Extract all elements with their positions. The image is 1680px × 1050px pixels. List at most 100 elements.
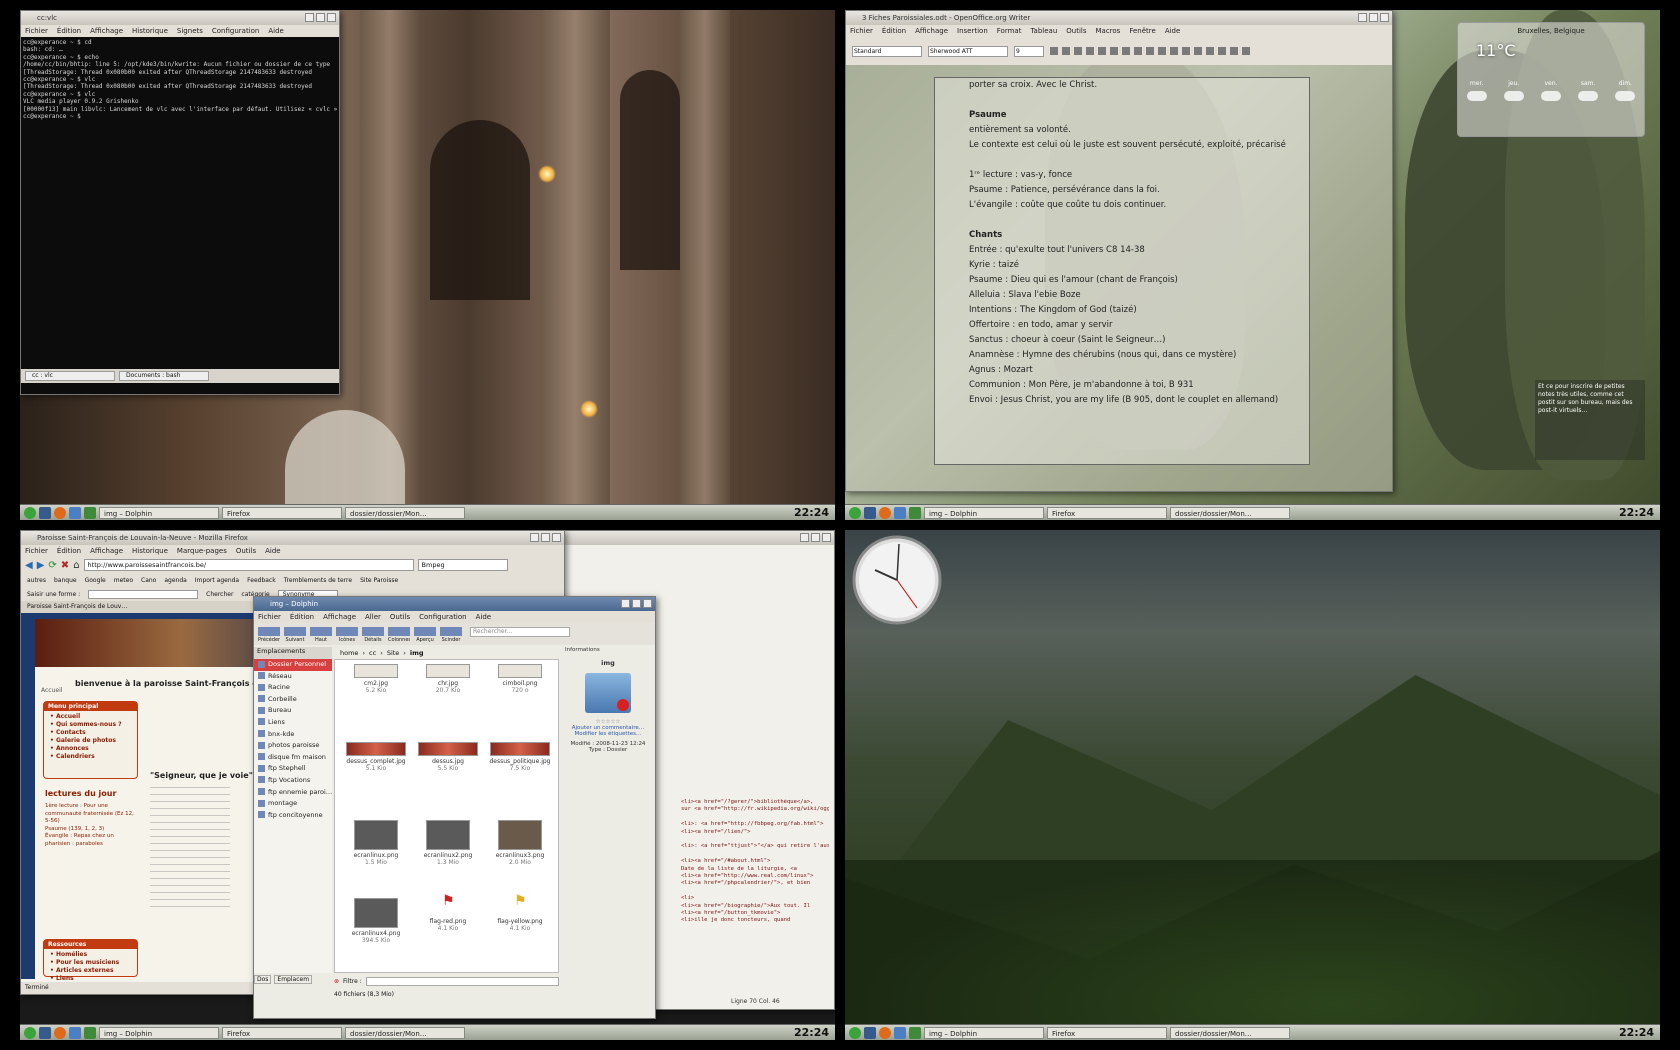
main-menu-item[interactable]: Accueil [50,713,131,721]
stop-icon[interactable]: ✖ [61,560,69,571]
bookmark-item[interactable]: Cano [141,577,156,584]
menu-item[interactable]: Édition [290,611,314,623]
main-menu-list[interactable]: AccueilQui sommes-nous ?ContactsGalerie … [44,711,137,763]
konqueror-icon[interactable] [69,506,81,519]
bookmark-item[interactable]: autres [27,577,46,584]
firefox-menubar[interactable]: Fichier Édition Affichage Historique Marque-… [21,545,564,557]
menu-item[interactable]: Affichage [323,611,356,623]
place-item[interactable]: Corbeille [254,694,332,706]
close-icon[interactable] [822,533,831,542]
minimize-icon[interactable] [305,13,314,22]
firefox-icon[interactable] [879,1026,891,1039]
breadcrumb-item[interactable]: home [340,649,358,657]
toolbar-button[interactable]: Détails [362,627,384,643]
tab-label[interactable]: Paroisse Saint-François de Louv… [27,603,127,610]
maximize-icon[interactable] [1369,13,1378,22]
window-controls[interactable] [1358,13,1389,22]
note-text[interactable]: Et ce pour inscrire de petites notes trè… [1538,383,1632,414]
kde-menu-icon[interactable] [849,506,861,519]
article-heading[interactable]: "Seigneur, que je voie" [150,771,253,780]
main-menu-item[interactable]: Calendriers [50,753,131,761]
document-line[interactable]: Intentions : The Kingdom of God (taizé) [969,303,1309,318]
document-line[interactable]: Entrée : qu'exulte tout l'univers C8 14-… [969,243,1309,258]
toolbar-button[interactable]: Haut [310,627,332,643]
clock[interactable]: 22:24 [1619,1026,1660,1039]
writer-menubar[interactable]: Fichier Édition Affichage Insertion Format Ta… [846,25,1392,37]
find-button[interactable]: Chercher [206,591,233,598]
menu-item[interactable]: Aide [265,545,280,557]
bookmark-item[interactable]: Import agenda [195,577,239,584]
lecture-link[interactable]: Évangile : Repas chez un pharisien : par… [45,833,137,848]
place-item[interactable]: ftp Stephell [254,763,332,775]
taskbar-task[interactable]: img – Dolphin [99,506,219,519]
menu-item[interactable]: Fichier [258,611,281,623]
main-menu-item[interactable]: Galerie de photos [50,737,131,745]
places-panel[interactable]: Dossier Personnel Réseau Racine Corbeille Bu… [254,659,332,973]
toolbar-button[interactable]: Scinder [440,627,462,643]
bookmark-item[interactable]: banque [54,577,77,584]
main-menu-item[interactable]: Annonces [50,745,131,753]
terminal-titlebar[interactable]: cc:vlc [21,11,339,25]
menu-item[interactable]: Outils [390,611,410,623]
document-page[interactable]: porter sa croix. Avec le Christ. Psaume en… [934,77,1310,465]
terminal-tab[interactable]: Documents : bash [119,371,209,381]
code-editor[interactable]: <li><a href="/?gerer/">bibliothèque</a>,… [681,799,829,925]
menu-item[interactable]: Fichier [850,25,873,37]
bookmark-item[interactable]: Google [85,577,106,584]
kde-menu-icon[interactable] [849,1026,861,1039]
resources-list[interactable]: HoméliesPour les musiciensArticles exter… [44,949,137,985]
document-line[interactable]: Sanctus : choeur à coeur (Saint le Seign… [969,333,1309,348]
window-controls[interactable] [621,599,652,608]
place-item[interactable]: Liens [254,717,332,729]
back-icon[interactable]: ◀ [25,560,33,571]
minimize-icon[interactable] [1358,13,1367,22]
document-line[interactable]: entièrement sa volonté. [969,123,1309,138]
document-line[interactable]: Alleluia : Slava l'ebie Boze [969,288,1309,303]
taskbar-task[interactable]: dossier/dossier/Mon… [345,506,465,519]
pager-icon[interactable] [84,506,96,519]
document-heading[interactable]: Chants [969,228,1309,243]
lecture-link[interactable]: 1ère lecture : Pour une communauté frate… [45,803,137,826]
menu-item[interactable]: Fenêtre [1129,25,1155,37]
konqueror-icon[interactable] [69,1026,81,1039]
document-line[interactable]: porter sa croix. Avec le Christ. [969,78,1309,93]
main-menu-item[interactable]: Contacts [50,729,131,737]
place-item[interactable]: montage [254,798,332,810]
maximize-icon[interactable] [811,533,820,542]
taskbar-task[interactable]: img – Dolphin [924,506,1044,519]
find-input[interactable] [88,589,199,599]
place-item[interactable]: ftp concitoyenne [254,810,332,822]
breadcrumb[interactable]: home › cc › Site › img [334,647,559,659]
menu-item[interactable]: Aide [268,25,283,37]
menu-item[interactable]: Outils [1066,25,1086,37]
menu-item[interactable]: Édition [57,25,81,37]
file-item[interactable]: ⚑ flag-red.png 4.1 Kio [413,894,483,932]
main-menu-item[interactable]: Qui sommes-nous ? [50,721,131,729]
document-line[interactable] [969,153,1309,168]
menu-item[interactable]: Configuration [419,611,466,623]
document-line[interactable]: Anamnèse : Hymne des chérubins (nous qui… [969,348,1309,363]
firefox-icon[interactable] [54,1026,66,1039]
menu-item[interactable]: Affichage [90,545,123,557]
desktop-icon[interactable] [864,506,876,519]
window-controls[interactable] [800,533,831,542]
breadcrumb-item[interactable]: img [410,649,424,657]
writer-toolbar[interactable]: Standard Sherwood ATT 9 [846,37,1392,65]
menu-item[interactable]: Outils [236,545,256,557]
taskbar-task[interactable]: dossier/dossier/Mon… [1170,1026,1290,1039]
menu-item[interactable]: Fichier [25,25,48,37]
minimize-icon[interactable] [621,599,630,608]
taskbar-task[interactable]: img – Dolphin [99,1026,219,1039]
document-line[interactable]: Communion : Mon Père, je m'abandonne à t… [969,378,1309,393]
maximize-icon[interactable] [541,533,550,542]
bookmark-item[interactable]: Site Paroisse [360,577,398,584]
clock[interactable]: 22:24 [794,506,835,519]
menu-item[interactable]: Affichage [90,25,123,37]
kde-menu-icon[interactable] [24,506,36,519]
taskbar-task[interactable]: dossier/dossier/Mon… [345,1026,465,1039]
maximize-icon[interactable] [632,599,641,608]
minimize-icon[interactable] [530,533,539,542]
file-item[interactable]: dessus_politique.jpg 7.5 Kio [485,742,555,772]
place-item[interactable]: ftp Vocations [254,775,332,787]
place-item[interactable]: photos paroisse [254,740,332,752]
